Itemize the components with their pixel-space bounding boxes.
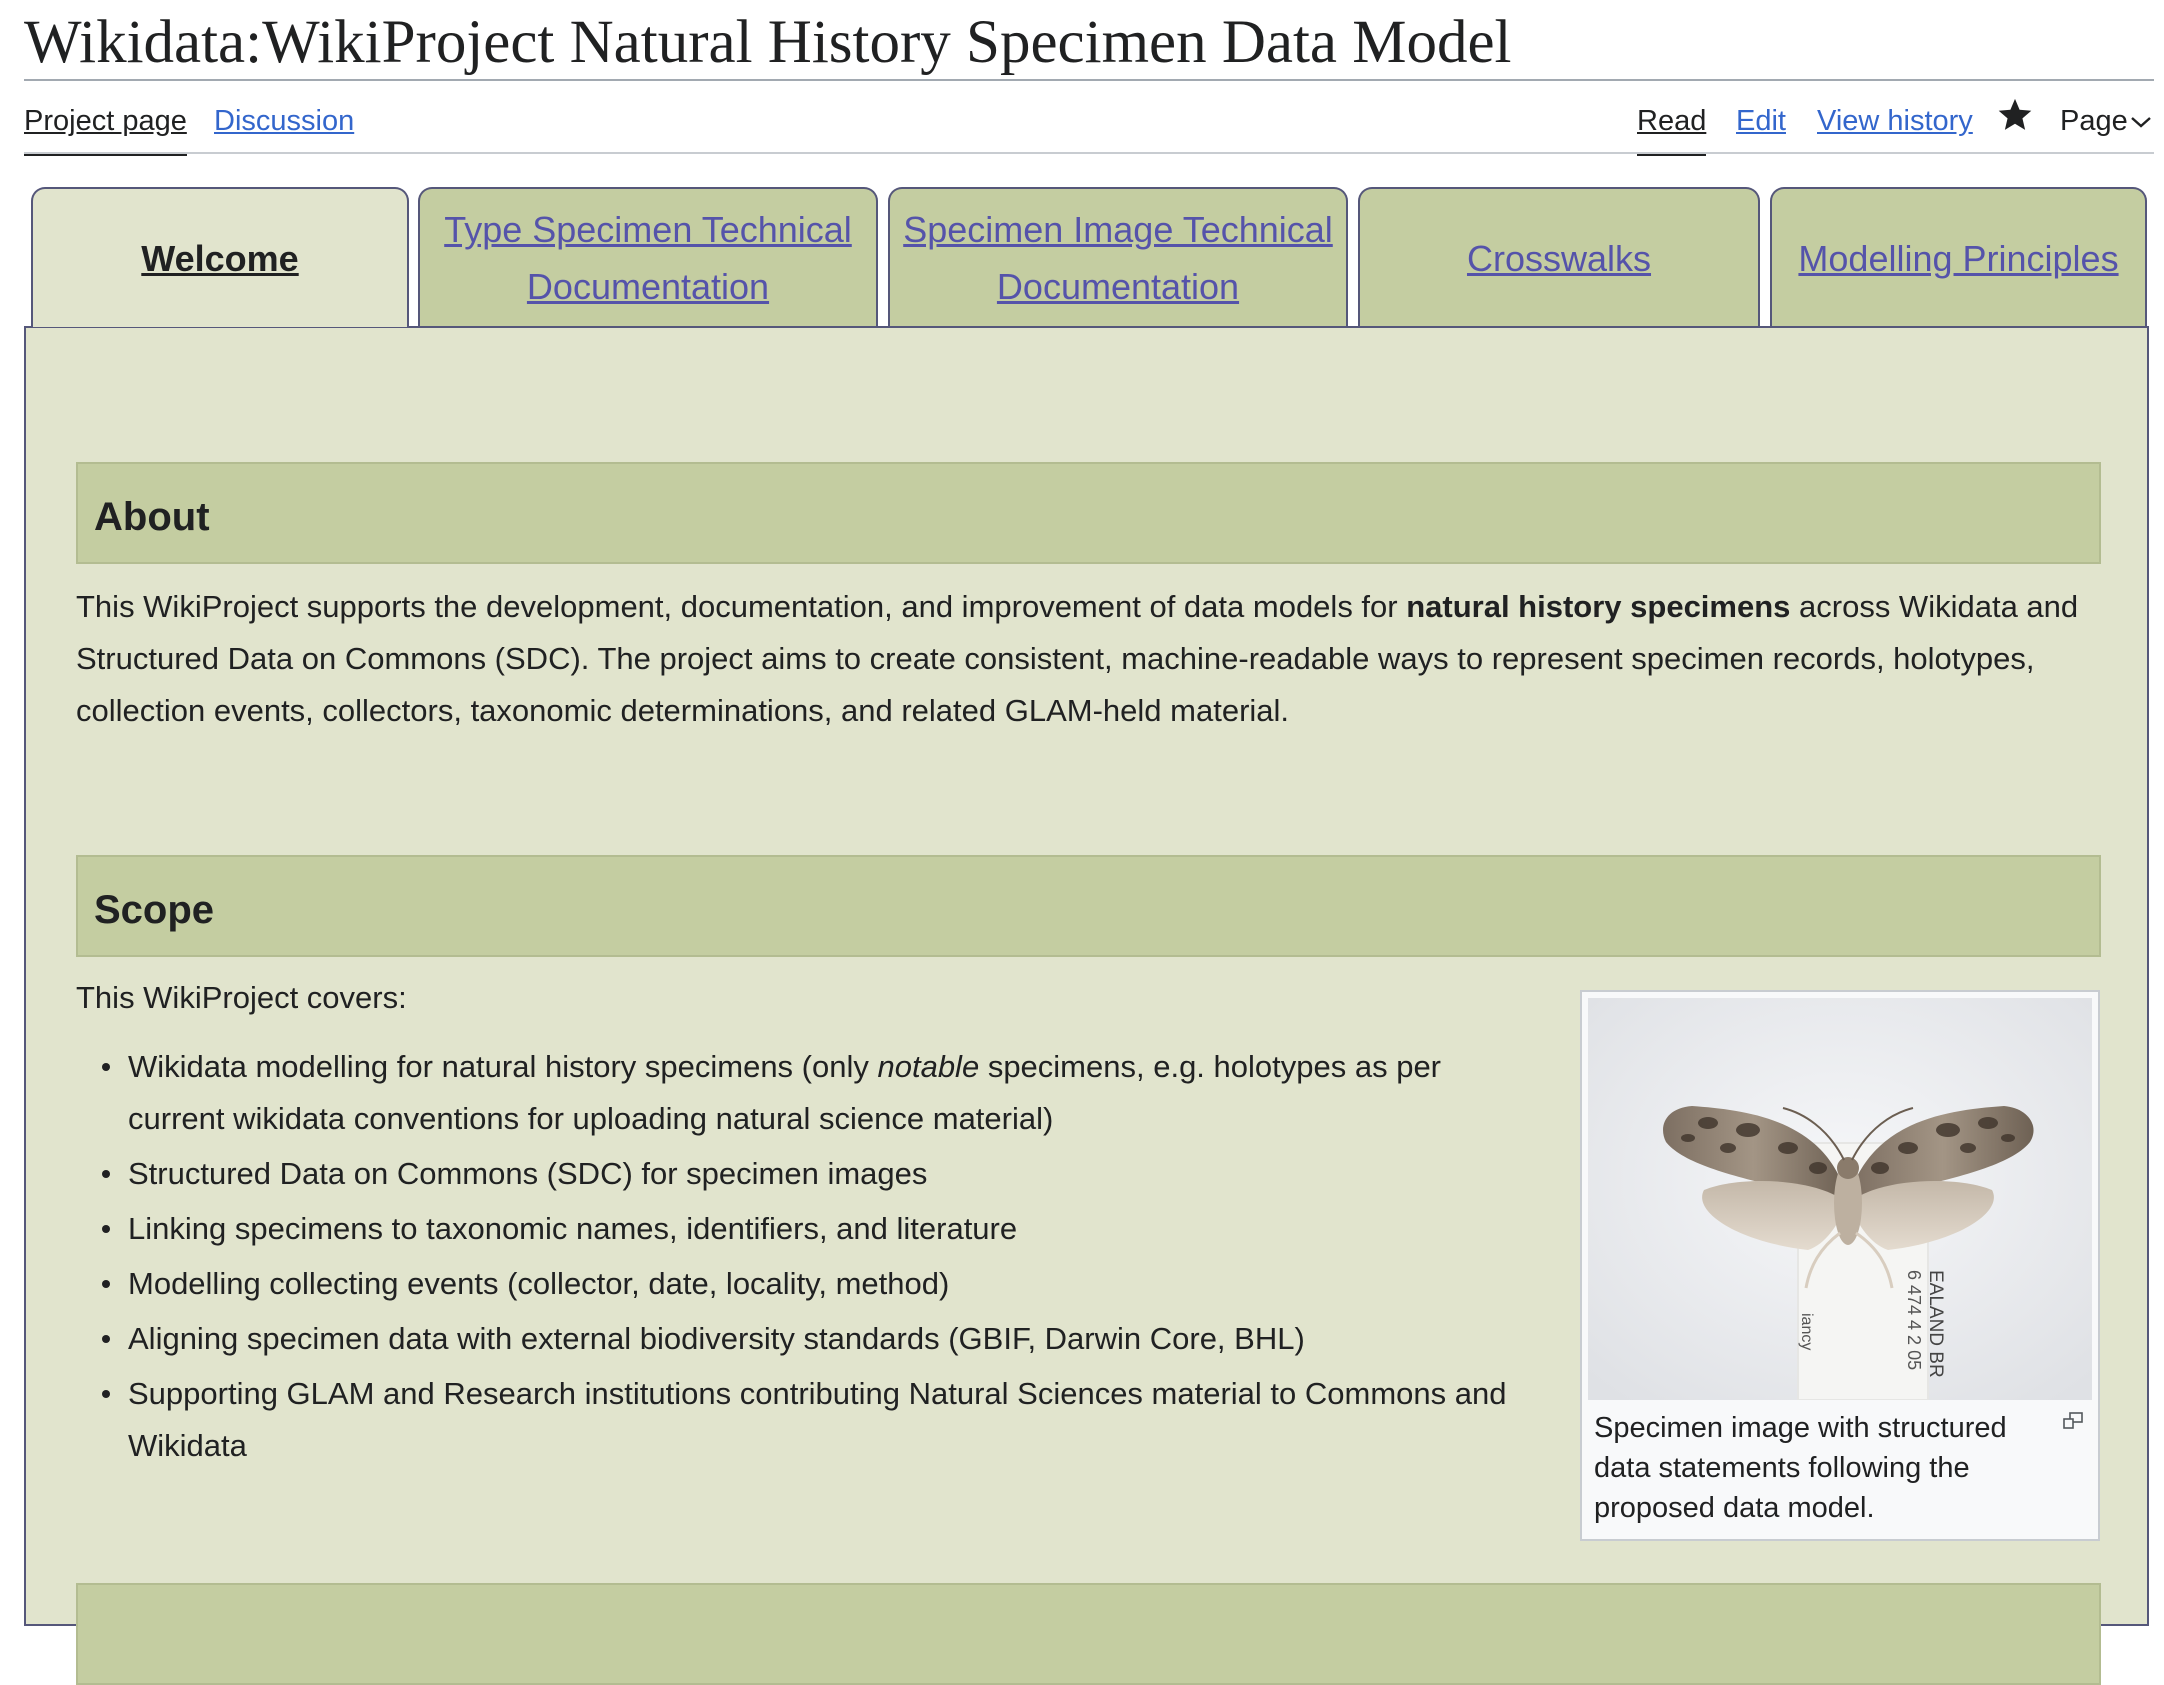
list-item: Wikidata modelling for natural history s…	[76, 1041, 1536, 1145]
tab-project-page[interactable]: Project page	[24, 104, 187, 156]
figure-caption: Specimen image with structured data stat…	[1594, 1412, 2007, 1524]
star-icon[interactable]	[1996, 96, 2034, 134]
specimen-label-right: EALAND BR	[1925, 1270, 1946, 1378]
section-heading-about: About	[76, 462, 2101, 564]
content-panel: About This WikiProject supports the deve…	[24, 326, 2149, 1685]
title-divider	[24, 79, 2154, 81]
specimen-label-left: iancy	[1798, 1313, 1815, 1350]
section-heading-next	[76, 1583, 2101, 1685]
tab-specimen-image-technical-documentation[interactable]: Specimen Image Technical Documentation	[888, 187, 1348, 327]
about-paragraph: This WikiProject supports the developmen…	[76, 581, 2111, 737]
scope-intro: This WikiProject covers:	[76, 980, 407, 1015]
nav-divider	[24, 152, 2154, 154]
page-menu-label: Page	[2060, 105, 2128, 137]
list-item: Supporting GLAM and Research institution…	[76, 1368, 1536, 1472]
tab-read[interactable]: Read	[1637, 104, 1707, 156]
list-item: Linking specimens to taxonomic names, id…	[76, 1203, 1536, 1255]
tab-welcome[interactable]: Welcome	[31, 187, 409, 327]
page: Wikidata:WikiProject Natural History Spe…	[0, 0, 2164, 1685]
list-item: Aligning specimen data with external bio…	[76, 1313, 1536, 1365]
list-item: Structured Data on Commons (SDC) for spe…	[76, 1148, 1536, 1200]
section-heading-scope: Scope	[76, 855, 2101, 957]
tab-type-specimen-technical-documentation[interactable]: Type Specimen Technical Documentation	[418, 187, 878, 327]
enlarge-icon[interactable]	[2062, 1412, 2084, 1430]
tab-modelling-principles[interactable]: Modelling Principles	[1770, 187, 2147, 327]
page-title: Wikidata:WikiProject Natural History Spe…	[24, 9, 1512, 76]
specimen-image[interactable]: iancy EALAND BR 6 474 4 2 05	[1588, 998, 2092, 1400]
specimen-label-right-2: 6 474 4 2 05	[1904, 1270, 1924, 1370]
list-item-italic: notable	[877, 1049, 980, 1084]
list-item: Modelling collecting events (collector, …	[76, 1258, 1536, 1310]
tab-edit[interactable]: Edit	[1736, 104, 1786, 138]
specimen-figure: iancy EALAND BR 6 474 4 2 05 Specimen im…	[1580, 990, 2100, 1541]
list-item-text-start: Wikidata modelling for natural history s…	[128, 1049, 878, 1084]
page-menu[interactable]: Page	[2060, 104, 2152, 138]
tab-crosswalks[interactable]: Crosswalks	[1358, 187, 1760, 327]
chevron-down-icon	[2130, 117, 2151, 128]
tab-view-history[interactable]: View history	[1817, 104, 1973, 138]
about-text-start: This WikiProject supports the developmen…	[76, 589, 1407, 624]
tab-discussion[interactable]: Discussion	[214, 104, 354, 138]
about-bold-term: natural history specimens	[1406, 589, 1791, 624]
scope-list: Wikidata modelling for natural history s…	[76, 1041, 1536, 1475]
